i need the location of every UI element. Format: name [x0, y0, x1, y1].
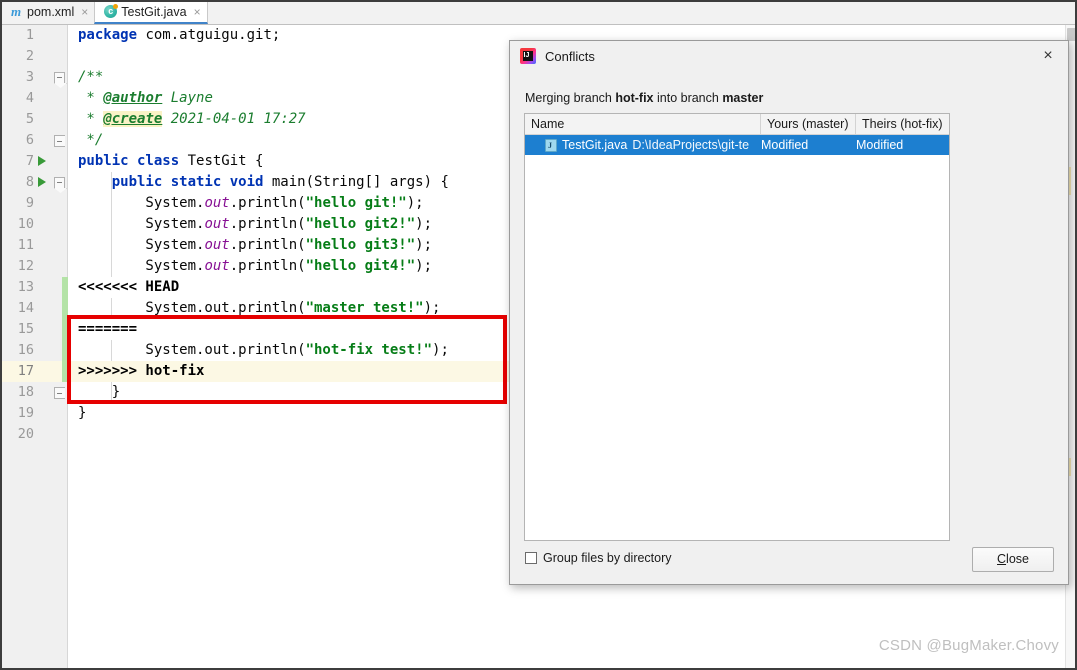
gutter-line: 13	[0, 277, 68, 298]
group-files-by-directory-checkbox[interactable]: Group files by directory	[525, 551, 672, 565]
gutter-line: 15	[0, 319, 68, 340]
maven-icon: m	[10, 4, 22, 19]
fold-end-icon[interactable]	[54, 135, 65, 147]
line-number: 7	[25, 153, 34, 169]
conflicts-dialog: Conflicts × Merging branch hot-fix into …	[509, 40, 1069, 585]
fold-marker-icon[interactable]	[54, 177, 65, 188]
line-number: 20	[17, 426, 34, 442]
merge-desc-prefix: Merging branch	[525, 91, 616, 105]
line-number: 19	[17, 405, 34, 421]
close-button[interactable]: Close	[972, 547, 1054, 572]
line-number: 16	[17, 342, 34, 358]
editor-gutter[interactable]: 1 2 3 4 5 6 7 8 9 10 11 12 13 14 15 16 1…	[0, 25, 68, 670]
yours-status: Modified	[761, 138, 809, 152]
gutter-line: 20	[0, 424, 68, 445]
conflicts-file-table[interactable]: Name Yours (master) Theirs (hot-fix) Tes…	[524, 113, 950, 541]
java-file-icon	[545, 138, 557, 152]
line-number: 11	[17, 237, 34, 253]
tab-label: TestGit.java	[121, 4, 187, 19]
file-path: D:\IdeaProjects\git-te	[632, 138, 750, 152]
column-header-yours[interactable]: Yours (master)	[761, 114, 856, 134]
gutter-line: 7	[0, 151, 68, 172]
checkbox-label: Group files by directory	[543, 551, 672, 565]
line-number: 8	[25, 174, 34, 190]
line-number: 13	[17, 279, 34, 295]
line-number: 5	[25, 111, 34, 127]
line-number: 14	[17, 300, 34, 316]
dialog-title: Conflicts	[545, 48, 595, 64]
line-number: 18	[17, 384, 34, 400]
close-icon[interactable]: ×	[81, 5, 88, 19]
line-number-column: 1 2 3 4 5 6 7 8 9 10 11 12 13 14 15 16 1…	[0, 25, 68, 445]
line-number: 1	[25, 27, 34, 43]
target-branch-name: master	[722, 91, 764, 105]
column-header-name[interactable]: Name	[525, 114, 761, 134]
merge-description: Merging branch hot-fix into branch maste…	[525, 91, 763, 105]
gutter-line: 19	[0, 403, 68, 424]
file-name: TestGit.java	[562, 138, 628, 152]
line-number: 3	[25, 69, 34, 85]
gutter-line: 9	[0, 193, 68, 214]
gutter-line: 6	[0, 130, 68, 151]
gutter-line: 11	[0, 235, 68, 256]
gutter-line: 4	[0, 88, 68, 109]
table-row[interactable]: TestGit.java D:\IdeaProjects\git-te Modi…	[525, 135, 949, 155]
java-class-icon: c	[104, 4, 119, 18]
run-method-icon[interactable]	[38, 177, 46, 187]
gutter-line: 1	[0, 25, 68, 46]
line-number: 9	[25, 195, 34, 211]
gutter-line: 8	[0, 172, 68, 193]
gutter-line: 18	[0, 382, 68, 403]
editor-tab-strip: m pom.xml × c TestGit.java ×	[0, 0, 1077, 25]
gutter-line: 16	[0, 340, 68, 361]
source-branch-name: hot-fix	[615, 91, 654, 105]
gutter-line: 14	[0, 298, 68, 319]
line-number: 2	[25, 48, 34, 64]
table-header-row: Name Yours (master) Theirs (hot-fix)	[525, 114, 949, 135]
close-icon[interactable]: ×	[194, 5, 201, 19]
line-number: 17	[17, 363, 34, 379]
gutter-line: 12	[0, 256, 68, 277]
line-number: 15	[17, 321, 34, 337]
fold-end-icon[interactable]	[54, 387, 65, 399]
fold-marker-icon[interactable]	[54, 72, 65, 83]
intellij-idea-icon	[520, 48, 536, 64]
line-number: 6	[25, 132, 34, 148]
gutter-line: 5	[0, 109, 68, 130]
gutter-line-current: 17	[0, 361, 68, 382]
tab-testgit-java[interactable]: c TestGit.java ×	[94, 0, 208, 24]
theirs-status: Modified	[856, 138, 904, 152]
tab-label: pom.xml	[27, 5, 75, 19]
run-class-icon[interactable]	[38, 156, 46, 166]
gutter-line: 3	[0, 67, 68, 88]
close-icon[interactable]: ×	[1036, 45, 1060, 67]
line-number: 12	[17, 258, 34, 274]
line-number: 4	[25, 90, 34, 106]
gutter-line: 10	[0, 214, 68, 235]
watermark: CSDN @BugMaker.Chovy	[878, 637, 1059, 654]
tab-pom-xml[interactable]: m pom.xml ×	[0, 0, 94, 24]
merge-desc-middle: into branch	[653, 91, 723, 105]
ide-window: m pom.xml × c TestGit.java × 1 2 3 4 5 6…	[0, 0, 1077, 670]
checkbox-box[interactable]	[525, 552, 537, 564]
column-header-theirs[interactable]: Theirs (hot-fix)	[856, 114, 949, 134]
line-number: 10	[17, 216, 34, 232]
dialog-titlebar[interactable]: Conflicts ×	[510, 41, 1068, 71]
file-name-cell: TestGit.java D:\IdeaProjects\git-te	[525, 135, 761, 155]
gutter-line: 2	[0, 46, 68, 67]
